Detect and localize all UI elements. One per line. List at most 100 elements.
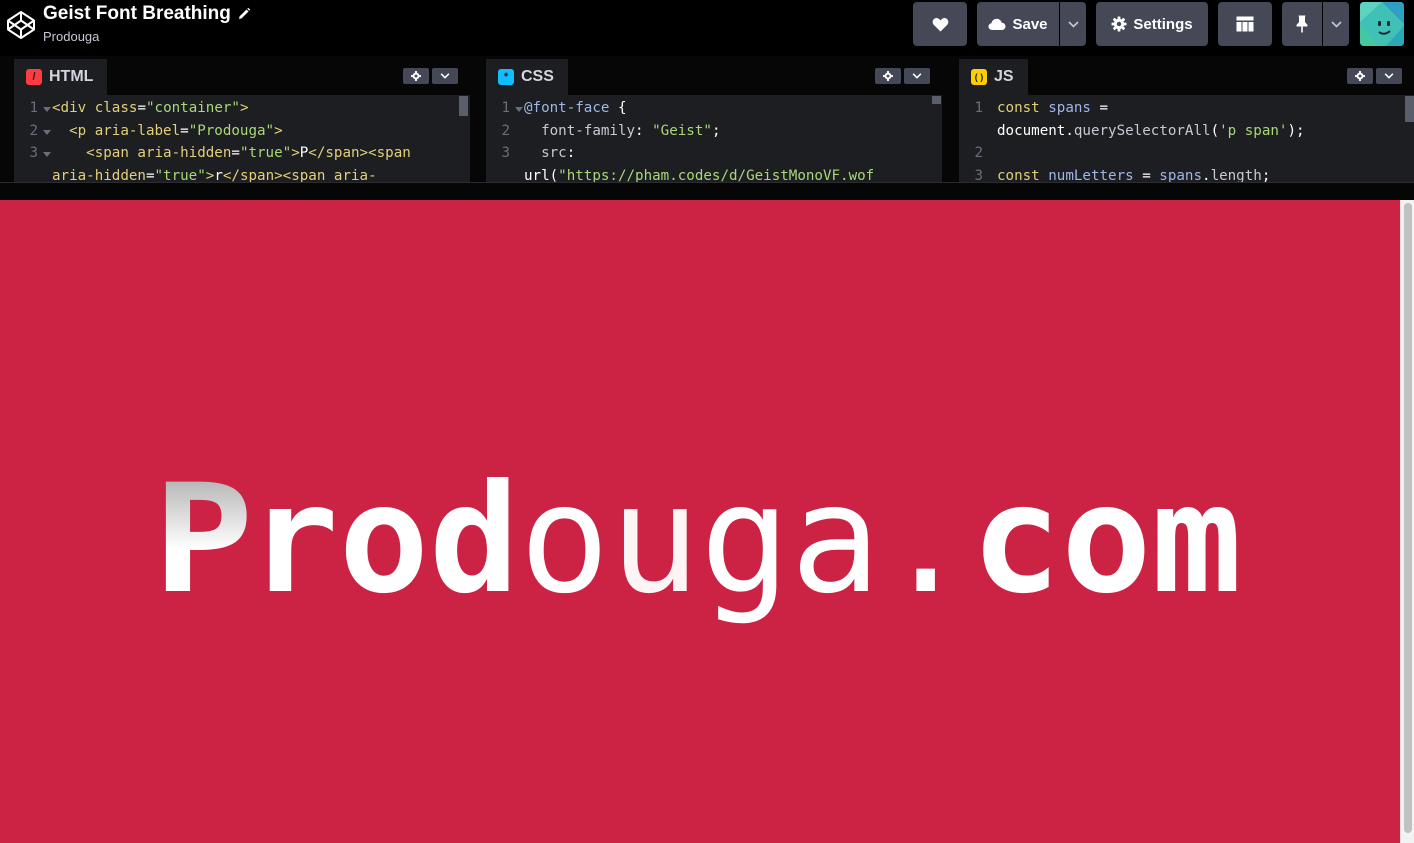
code-token: :: [635, 122, 653, 139]
code-line[interactable]: 1 @font-face {: [486, 97, 942, 120]
letter: u: [609, 453, 700, 627]
code-token: );: [1287, 122, 1305, 139]
pencil-icon[interactable]: [237, 7, 251, 21]
code-token: 'p span': [1219, 122, 1288, 139]
line-number: 2: [974, 145, 983, 161]
editor-resize-handle[interactable]: [0, 182, 1414, 200]
code-line[interactable]: 1 const spans =: [959, 97, 1414, 120]
letter: .: [880, 453, 971, 627]
save-button[interactable]: Save: [977, 2, 1059, 46]
code-token: src: [524, 145, 567, 161]
js-editor-header: ( ) JS: [959, 56, 1414, 95]
pen-title-text: Geist Font Breathing: [43, 3, 231, 24]
js-editor-tools: [1347, 68, 1402, 84]
love-button[interactable]: [913, 2, 967, 46]
pen-title[interactable]: Geist Font Breathing: [43, 2, 251, 26]
css-editor-label: CSS: [521, 68, 554, 85]
js-collapse-button[interactable]: [1376, 68, 1402, 84]
js-settings-button[interactable]: [1347, 68, 1373, 84]
code-token: </span><span: [308, 145, 411, 161]
html-settings-button[interactable]: [403, 68, 429, 84]
pen-author[interactable]: Prodouga: [43, 29, 251, 44]
css-editor-tab[interactable]: * CSS: [486, 59, 568, 95]
code-token: >: [291, 145, 300, 161]
code-line[interactable]: 3 src:: [486, 142, 942, 165]
preview-scrollbar[interactable]: [1400, 200, 1414, 843]
code-token: aria-label: [94, 122, 181, 139]
css-editor-scrollbar[interactable]: [932, 96, 941, 104]
js-editor: ( ) JS 1 const spans = document. querySelec…: [959, 56, 1414, 186]
code-token: .: [1065, 122, 1074, 139]
css-editor-header: * CSS: [486, 56, 942, 95]
css-editor: * CSS 1 @font-face {2 font-family: "Geist…: [486, 56, 942, 186]
css-lang-icon: *: [498, 69, 514, 85]
code-token: >: [239, 100, 249, 116]
line-number: 1: [974, 100, 983, 116]
heart-icon: [932, 17, 948, 31]
code-token: font-family: [524, 122, 636, 139]
code-token: "Geist": [652, 122, 712, 139]
code-line[interactable]: 2 font-family: "Geist";: [486, 120, 942, 143]
html-editor-tab[interactable]: / HTML: [14, 59, 108, 95]
html-code[interactable]: 1 <div class = "container" >2 <p aria-label =…: [14, 97, 470, 186]
line-number: 3: [501, 145, 510, 161]
html-collapse-button[interactable]: [432, 68, 458, 84]
code-token: :: [566, 145, 576, 161]
preview-scrollbar-thumb[interactable]: [1404, 203, 1412, 833]
line-number: 1: [486, 97, 524, 120]
code-token: =: [180, 122, 189, 139]
pin-dropdown-button[interactable]: [1323, 2, 1349, 46]
html-editor-scrollbar[interactable]: [459, 96, 468, 116]
code-token: =: [137, 100, 146, 116]
top-bar: Geist Font Breathing Prodouga Save Setti…: [0, 0, 1414, 56]
code-line[interactable]: 1 <div class = "container" >: [14, 97, 470, 120]
line-number: [959, 120, 997, 143]
code-token: @font-face: [524, 100, 610, 116]
letter: m: [1151, 453, 1242, 627]
code-line[interactable]: 2 <p aria-label = "Prodouga" >: [14, 120, 470, 143]
chevron-down-icon: [1330, 20, 1342, 28]
js-code[interactable]: 1 const spans = document. querySelectorAll(…: [959, 97, 1414, 186]
settings-label: Settings: [1133, 15, 1193, 33]
js-editor-tab[interactable]: ( ) JS: [959, 59, 1028, 95]
pin-button[interactable]: [1282, 2, 1322, 46]
css-settings-button[interactable]: [875, 68, 901, 84]
codepen-logo-icon[interactable]: [5, 9, 37, 41]
line-number: 2: [501, 122, 510, 139]
code-token: ;: [711, 122, 721, 139]
cloud-icon: [988, 18, 1006, 30]
code-line[interactable]: document. querySelectorAll('p span');: [959, 120, 1414, 143]
pin-icon: [1296, 15, 1308, 33]
gear-icon: [1111, 16, 1127, 32]
letter: g: [700, 453, 791, 627]
code-token: <p: [52, 122, 95, 139]
html-editor-label: HTML: [49, 68, 94, 85]
editor-panels: / HTML 1 <div class = "container" >2 <p aria…: [0, 56, 1414, 186]
chevron-down-icon: [1067, 20, 1079, 28]
code-token: "true": [239, 145, 292, 161]
js-editor-scrollbar[interactable]: [1405, 96, 1414, 122]
change-view-button[interactable]: [1218, 2, 1272, 46]
code-token: (: [1210, 122, 1220, 139]
settings-button[interactable]: Settings: [1096, 2, 1208, 46]
code-token: {: [609, 100, 627, 116]
save-label: Save: [1012, 15, 1048, 33]
letter: o: [519, 453, 610, 627]
code-token: =: [1090, 100, 1109, 116]
code-line[interactable]: 3 <span aria-hidden = "true" > P </span><span: [14, 142, 470, 165]
code-token: const: [997, 100, 1049, 116]
user-avatar[interactable]: [1360, 2, 1404, 46]
code-token: "Prodouga": [188, 122, 275, 139]
code-line[interactable]: 2: [959, 142, 1414, 165]
css-code[interactable]: 1 @font-face {2 font-family: "Geist"; 3 sr…: [486, 97, 942, 186]
css-collapse-button[interactable]: [904, 68, 930, 84]
code-token: P: [299, 145, 309, 161]
result-preview: Prodouga.com: [0, 200, 1400, 843]
letter: r: [248, 453, 339, 627]
letter: d: [429, 453, 520, 627]
save-dropdown-button[interactable]: [1060, 2, 1086, 46]
line-number: 2: [14, 120, 52, 143]
css-editor-tools: [875, 68, 930, 84]
chevron-down-icon: [912, 73, 922, 79]
code-token: document: [997, 122, 1066, 139]
